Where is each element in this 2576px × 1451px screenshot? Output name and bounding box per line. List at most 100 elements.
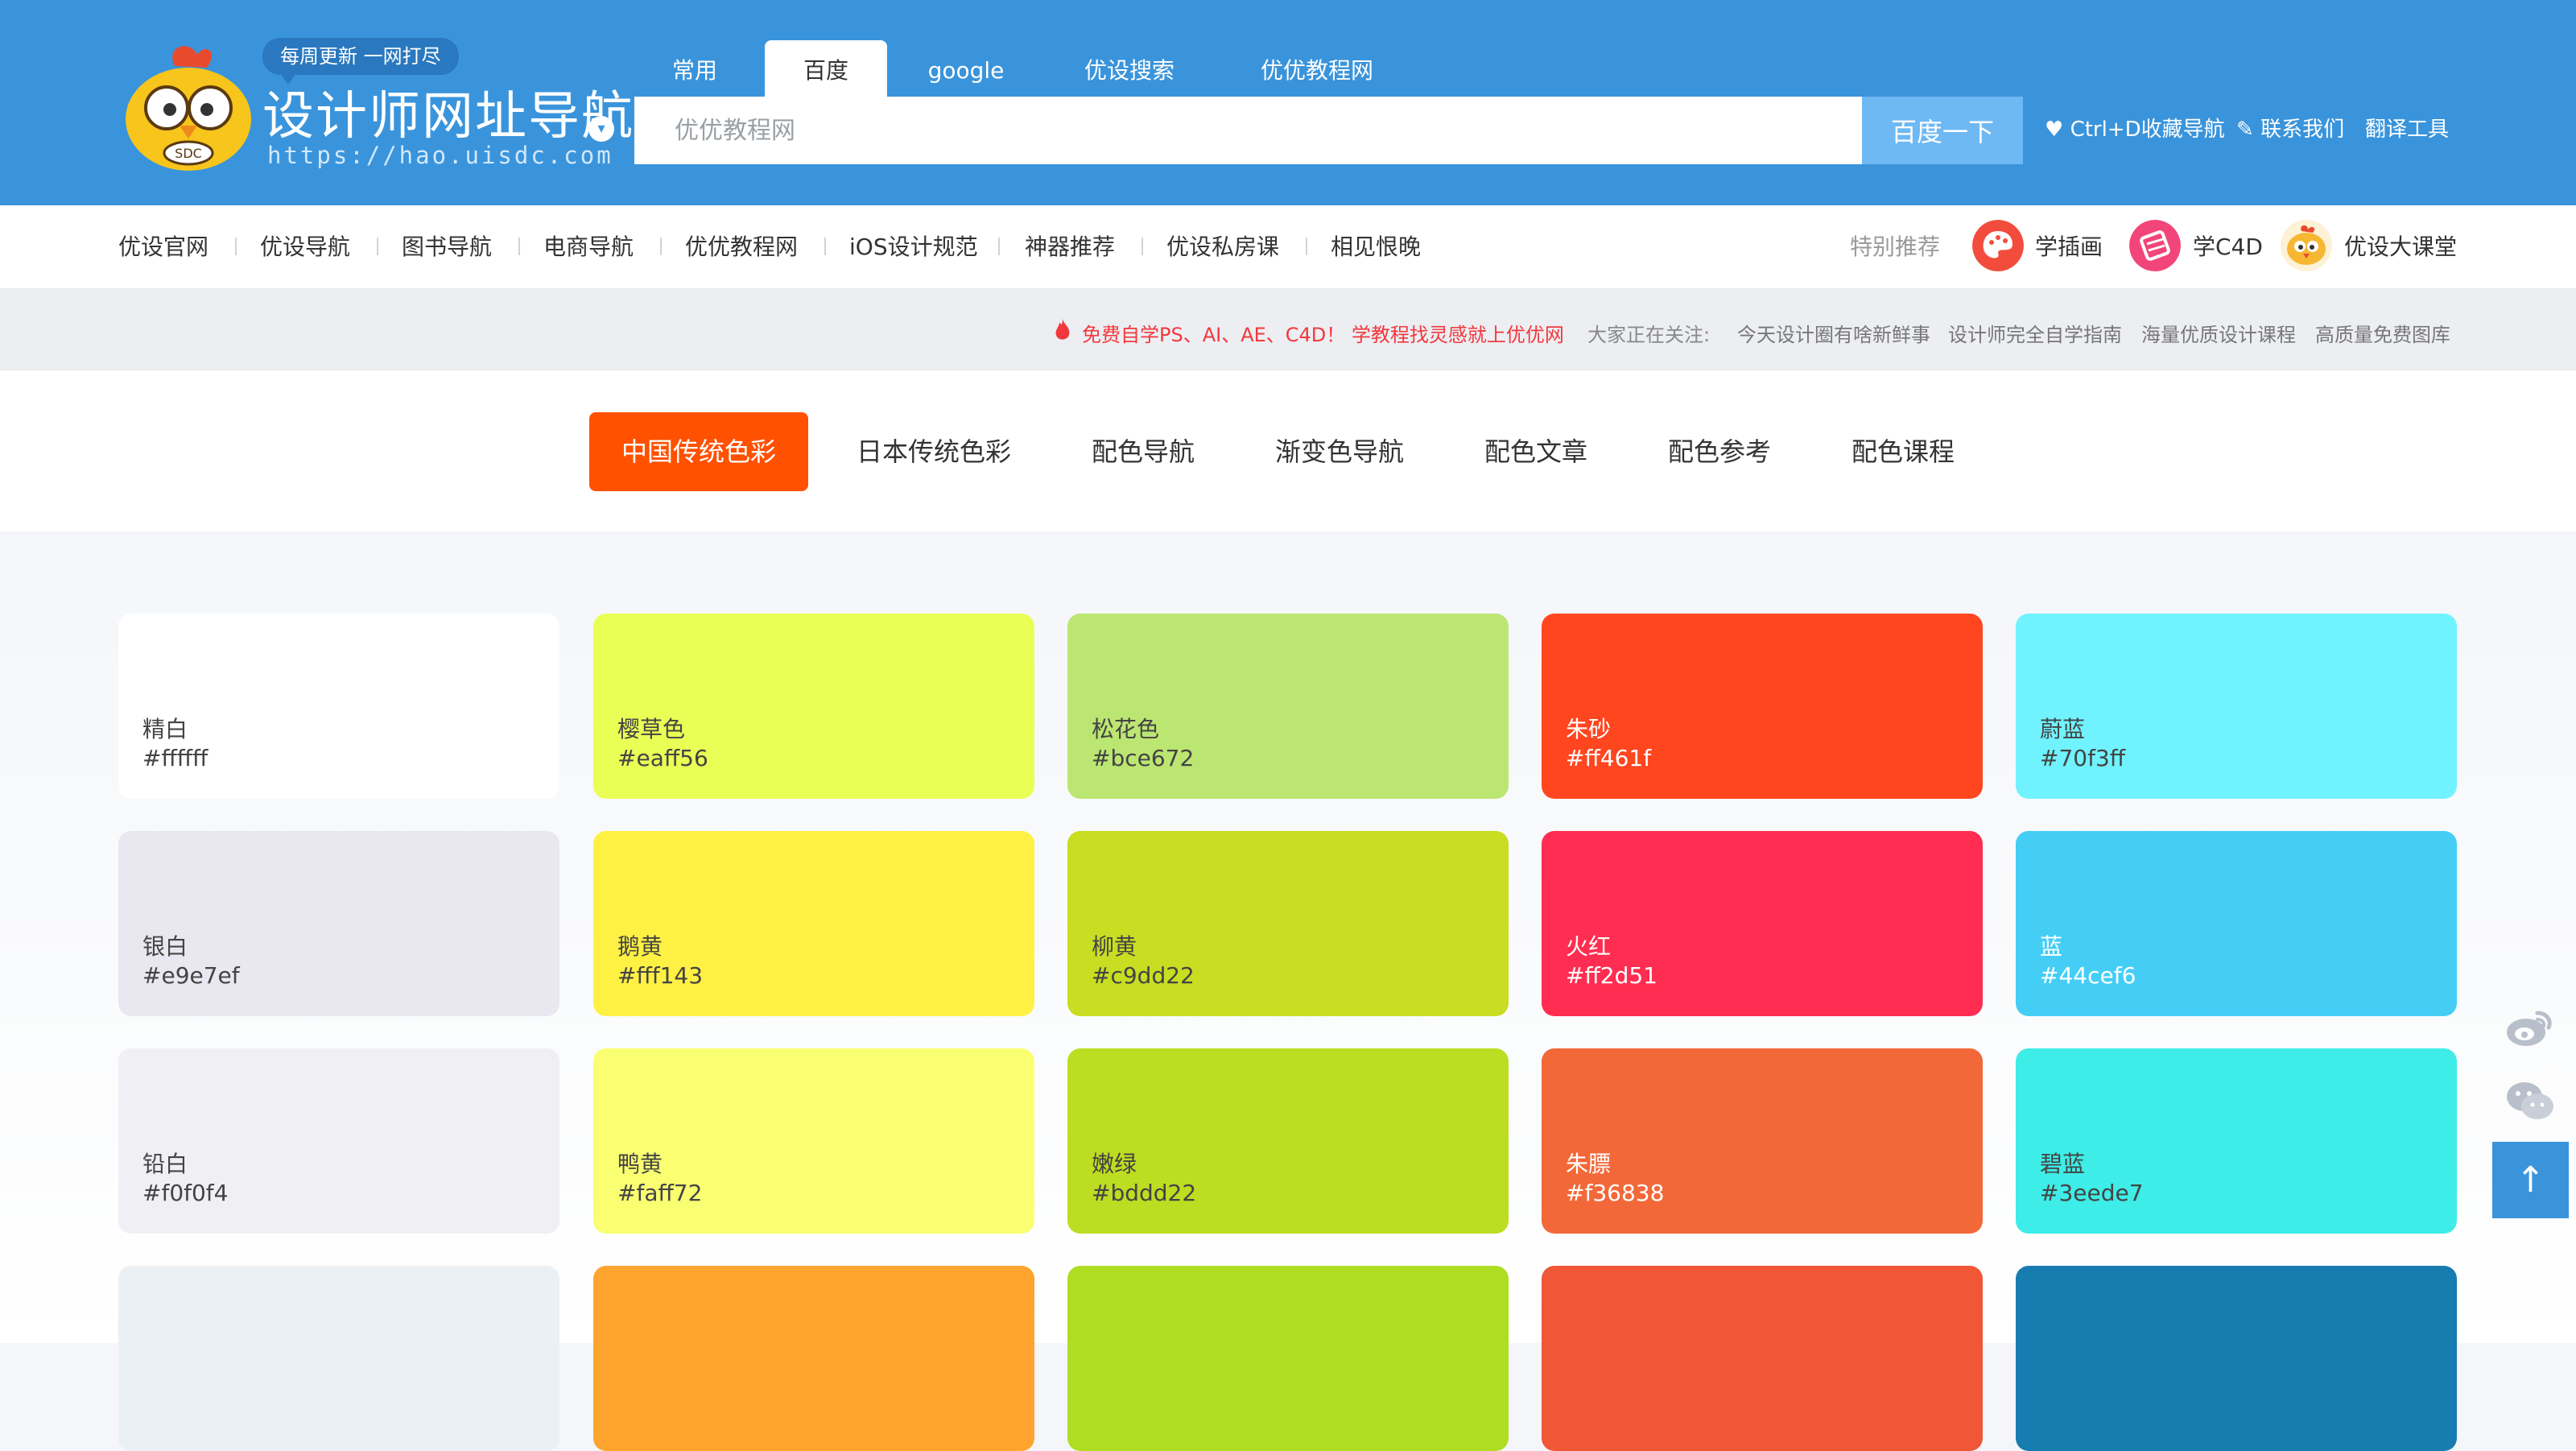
recommend-label: 特别推荐 (1850, 234, 1941, 260)
weibo-icon[interactable] (2502, 998, 2558, 1055)
color-card[interactable] (1067, 1266, 1509, 1451)
color-name: 嫩绿 (1092, 1151, 1137, 1177)
color-name: 蓝 (2040, 933, 2063, 960)
nav-item-ios-guidelines[interactable]: iOS设计规范 (849, 229, 978, 262)
pencil-icon: ✎ (2236, 118, 2254, 142)
color-card[interactable]: 朱膘 #f36838 (1542, 1048, 1983, 1234)
color-name: 朱砂 (1566, 716, 1612, 742)
color-hex: #bce672 (1092, 745, 1195, 771)
color-name: 鸭黄 (617, 1151, 663, 1177)
tab-gradient-nav[interactable]: 渐变色导航 (1256, 412, 1423, 491)
color-card[interactable]: 嫩绿 #bddd22 (1067, 1048, 1509, 1234)
bookmark-label: Ctrl+D收藏导航 (2070, 118, 2225, 142)
search-tab-youyou[interactable]: 优优教程网 (1244, 40, 1390, 97)
color-hex: #eaff56 (617, 745, 708, 771)
color-card[interactable]: 松花色 #bce672 (1067, 614, 1509, 799)
color-hex: #f36838 (1566, 1180, 1665, 1206)
tab-color-nav[interactable]: 配色导航 (1063, 412, 1224, 491)
recommend-c4d[interactable]: 学C4D (2193, 229, 2263, 262)
color-card[interactable]: 铅白 #f0f0f4 (118, 1048, 559, 1234)
main-nav: 优设官网 优设导航 图书导航 电商导航 优优教程网 iOS设计规范 神器推荐 优… (0, 205, 2576, 290)
color-card[interactable]: 柳黄 #c9dd22 (1067, 831, 1509, 1016)
focus-item[interactable]: 高质量免费图库 (2315, 319, 2450, 347)
recommend-illustration[interactable]: 学插画 (2035, 229, 2103, 262)
search-button[interactable]: 百度一下 (1862, 97, 2023, 164)
nav-divider (377, 238, 378, 255)
color-name: 蔚蓝 (2040, 716, 2086, 742)
site-url: https://hao.uisdc.com (267, 142, 613, 169)
wechat-icon[interactable] (2502, 1073, 2558, 1129)
chevron-down-icon[interactable]: ▾ (588, 116, 614, 142)
color-name: 碧蓝 (2040, 1151, 2086, 1177)
focus-item[interactable]: 今天设计圈有啥新鲜事 (1737, 319, 1930, 347)
color-grid: 精白 #ffffff 樱草色 #eaff56 松花色 #bce672 朱砂 #ff461f 蔚蓝… (0, 531, 2576, 1451)
promo-link[interactable]: 免费自学PS、AI、AE、C4D！ 学教程找灵感就上优优网 (1082, 319, 1564, 347)
color-card[interactable]: 蓝 #44cef6 (2016, 831, 2457, 1016)
back-to-top-button[interactable]: ↑ (2492, 1142, 2569, 1218)
color-hex: #fff143 (617, 962, 704, 989)
search-input[interactable] (634, 97, 1862, 164)
nav-item-late-encounter[interactable]: 相见恨晚 (1331, 229, 1421, 262)
color-card[interactable]: 火红 #ff2d51 (1542, 831, 1983, 1016)
color-card[interactable]: 樱草色 #eaff56 (593, 614, 1034, 799)
focus-item[interactable]: 海量优质设计课程 (2141, 319, 2296, 347)
fire-icon (1055, 319, 1070, 340)
color-card[interactable] (118, 1266, 559, 1451)
nav-item-private-course[interactable]: 优设私房课 (1166, 229, 1279, 262)
color-name: 火红 (1566, 933, 1612, 960)
nav-divider (824, 238, 826, 255)
color-hex: #44cef6 (2040, 962, 2136, 989)
tab-color-courses[interactable]: 配色课程 (1823, 412, 1984, 491)
nav-item-uisdc[interactable]: 优设官网 (118, 229, 208, 262)
contact-label: 联系我们 (2260, 118, 2345, 142)
mascot-logo-icon[interactable]: SDC (117, 39, 260, 174)
color-card[interactable]: 朱砂 #ff461f (1542, 614, 1983, 799)
mascot-icon[interactable] (2281, 220, 2332, 271)
tab-chinese-colors[interactable]: 中国传统色彩 (589, 412, 808, 491)
color-hex: #f0f0f4 (142, 1180, 229, 1206)
bookmark-link[interactable]: ♥ Ctrl+D收藏导航 (2045, 113, 2225, 143)
color-hex: #ff461f (1566, 745, 1652, 771)
color-hex: #c9dd22 (1092, 962, 1195, 989)
color-category-tabs: 中国传统色彩 日本传统色彩 配色导航 渐变色导航 配色文章 配色参考 配色课程 (0, 370, 2576, 531)
nav-item-uisdc-nav[interactable]: 优设导航 (260, 229, 350, 262)
nav-item-tutorials[interactable]: 优优教程网 (685, 229, 798, 262)
film-icon[interactable] (2129, 220, 2181, 271)
color-card[interactable] (2016, 1266, 2457, 1451)
contact-link[interactable]: ✎ 联系我们 (2236, 113, 2344, 143)
nav-divider (660, 238, 662, 255)
color-name: 松花色 (1092, 716, 1160, 742)
color-card[interactable]: 碧蓝 #3eede7 (2016, 1048, 2457, 1234)
palette-icon[interactable] (1972, 220, 2024, 271)
tab-color-reference[interactable]: 配色参考 (1639, 412, 1800, 491)
color-hex: #faff72 (617, 1180, 703, 1206)
notice-bar: 免费自学PS、AI、AE、C4D！ 学教程找灵感就上优优网 大家正在关注: 今天… (0, 290, 2576, 370)
nav-divider (235, 238, 237, 255)
color-name: 樱草色 (617, 716, 686, 742)
search-tab-google[interactable]: google (910, 40, 1022, 97)
focus-item[interactable]: 设计师完全自学指南 (1948, 319, 2122, 347)
color-hex: #ffffff (142, 745, 208, 771)
color-card[interactable]: 鸭黄 #faff72 (593, 1048, 1034, 1234)
translate-link[interactable]: 翻译工具 (2365, 113, 2449, 143)
nav-item-books[interactable]: 图书导航 (402, 229, 492, 262)
tab-japanese-colors[interactable]: 日本传统色彩 (837, 412, 1030, 491)
color-card[interactable]: 鹅黄 #fff143 (593, 831, 1034, 1016)
nav-item-tools[interactable]: 神器推荐 (1025, 229, 1115, 262)
nav-item-ecommerce[interactable]: 电商导航 (543, 229, 634, 262)
color-card[interactable] (593, 1266, 1034, 1451)
recommend-classroom[interactable]: 优设大课堂 (2344, 229, 2457, 262)
color-card[interactable]: 精白 #ffffff (118, 614, 559, 799)
color-name: 铅白 (142, 1151, 188, 1177)
tab-color-articles[interactable]: 配色文章 (1455, 412, 1616, 491)
search-tab-uisdc[interactable]: 优设搜索 (1061, 40, 1198, 97)
color-card[interactable]: 银白 #e9e7ef (118, 831, 559, 1016)
color-name: 银白 (142, 933, 188, 960)
nav-divider (1306, 238, 1307, 255)
color-card[interactable]: 蔚蓝 #70f3ff (2016, 614, 2457, 799)
search-tab-baidu[interactable]: 百度 (765, 40, 887, 97)
search-tab-common[interactable]: 常用 (634, 40, 755, 97)
nav-divider (1141, 238, 1143, 255)
color-card[interactable] (1542, 1266, 1983, 1451)
site-title[interactable]: 设计师网址导航 (262, 85, 634, 149)
